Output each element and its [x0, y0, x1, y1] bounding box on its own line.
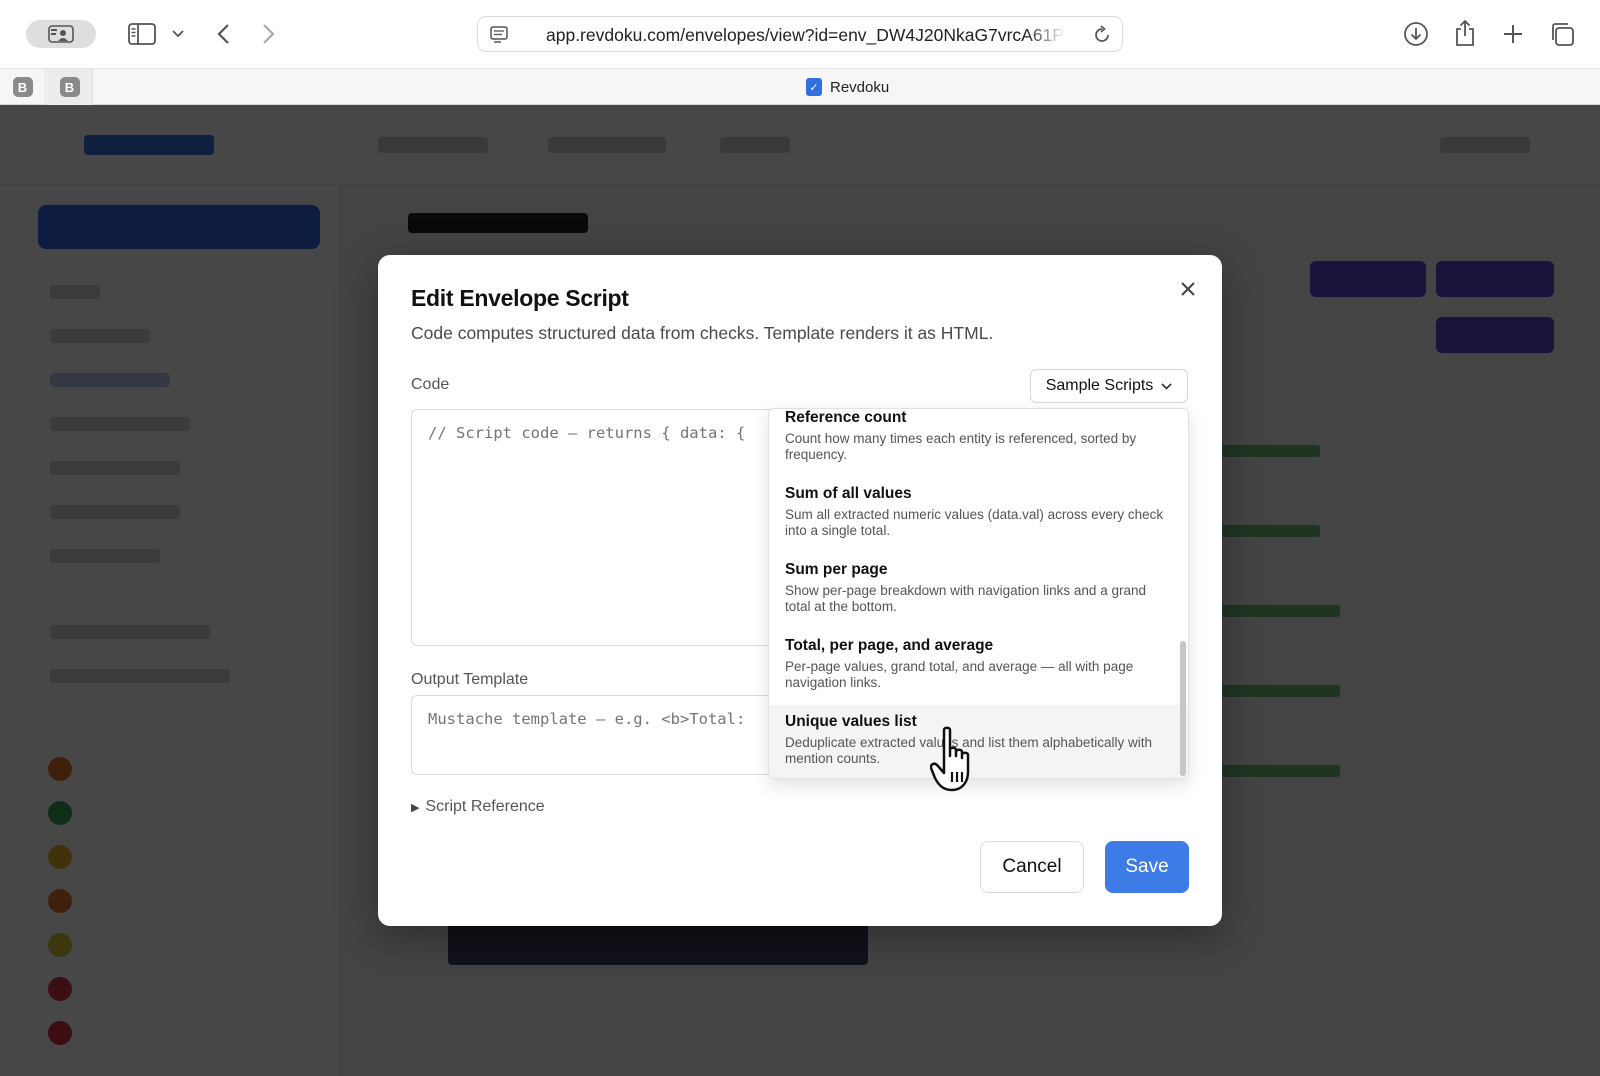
disclosure-triangle-icon: ▶ [411, 801, 420, 814]
close-button[interactable] [1176, 277, 1200, 301]
output-template-label: Output Template [411, 671, 529, 688]
pinned-tab-2[interactable]: B [47, 69, 93, 105]
sample-script-description: Per-page values, grand total, and averag… [785, 659, 1134, 690]
sample-script-title: Sum of all values [785, 485, 912, 502]
cancel-button[interactable]: Cancel [980, 841, 1084, 893]
script-reference-label: Script Reference [425, 798, 545, 815]
sidebar-toggle-button[interactable] [126, 18, 158, 50]
chevron-down-icon [1161, 382, 1172, 390]
active-tab[interactable]: ✓ Revdoku [806, 78, 889, 96]
menu-scrollbar[interactable] [1180, 641, 1186, 776]
dialog-description: Code computes structured data from check… [411, 323, 994, 343]
share-icon [1456, 19, 1474, 46]
sample-scripts-button[interactable]: Sample Scripts [1030, 369, 1188, 403]
sample-script-reference-count[interactable]: Reference count Count how many times eac… [769, 409, 1188, 481]
sample-script-title: Total, per page, and average [785, 637, 994, 654]
close-icon [1181, 282, 1195, 296]
tab-bar: B B ✓ Revdoku [0, 68, 1600, 105]
sample-script-sum-per-page[interactable]: Sum per page Show per-page breakdown wit… [769, 561, 1188, 633]
sample-script-description: Count how many times each entity is refe… [785, 431, 1137, 462]
downloads-button[interactable] [1400, 18, 1432, 50]
chevron-down-icon [172, 30, 184, 38]
sample-script-total-per-page-average[interactable]: Total, per page, and average Per-page va… [769, 637, 1188, 709]
sidebar-menu-chevron[interactable] [170, 24, 186, 44]
hand-pointer-cursor-icon [929, 726, 990, 796]
dialog-title: Edit Envelope Script [411, 285, 629, 311]
profile-switcher-button[interactable] [26, 20, 96, 48]
sample-script-description: Sum all extracted numeric values (data.v… [785, 507, 1164, 538]
script-reference-toggle[interactable]: ▶ Script Reference [411, 798, 545, 816]
sidebar-icon [128, 23, 156, 45]
pinned-tab-1[interactable]: B [0, 69, 46, 105]
tab-overview-button[interactable] [1546, 18, 1578, 50]
new-tab-button[interactable] [1498, 18, 1528, 50]
pinned-tab-favicon: B [59, 77, 80, 97]
sample-script-title: Sum per page [785, 561, 888, 578]
browser-toolbar: app.revdoku.com/envelopes/view?id=env_DW… [0, 0, 1600, 68]
tab-overview-icon [1552, 23, 1574, 46]
plus-icon [1504, 25, 1522, 43]
save-button[interactable]: Save [1105, 841, 1189, 893]
chevron-right-icon [263, 24, 275, 44]
reload-icon[interactable] [1092, 25, 1112, 45]
page-settings-icon[interactable] [490, 26, 508, 44]
sample-script-sum-of-all-values[interactable]: Sum of all values Sum all extracted nume… [769, 485, 1188, 557]
sample-scripts-menu: Reference count Count how many times eac… [768, 408, 1189, 779]
pinned-tab-favicon: B [12, 77, 33, 97]
back-button[interactable] [210, 18, 236, 50]
code-label: Code [411, 376, 450, 393]
chevron-left-icon [217, 24, 229, 44]
url-text[interactable]: app.revdoku.com/envelopes/view?id=env_DW… [546, 25, 1066, 46]
checkbox-favicon-icon: ✓ [806, 78, 822, 96]
sample-scripts-label: Sample Scripts [1045, 377, 1154, 394]
active-tab-title: Revdoku [830, 78, 890, 96]
edit-envelope-script-dialog: Edit Envelope Script Code computes struc… [378, 255, 1222, 926]
forward-button[interactable] [256, 18, 282, 50]
sample-script-description: Show per-page breakdown with navigation … [785, 583, 1146, 614]
download-icon [1404, 22, 1428, 46]
sample-script-title: Reference count [785, 409, 907, 426]
profile-icon [48, 25, 74, 43]
address-bar[interactable]: app.revdoku.com/envelopes/view?id=env_DW… [477, 16, 1123, 52]
share-button[interactable] [1450, 16, 1480, 50]
